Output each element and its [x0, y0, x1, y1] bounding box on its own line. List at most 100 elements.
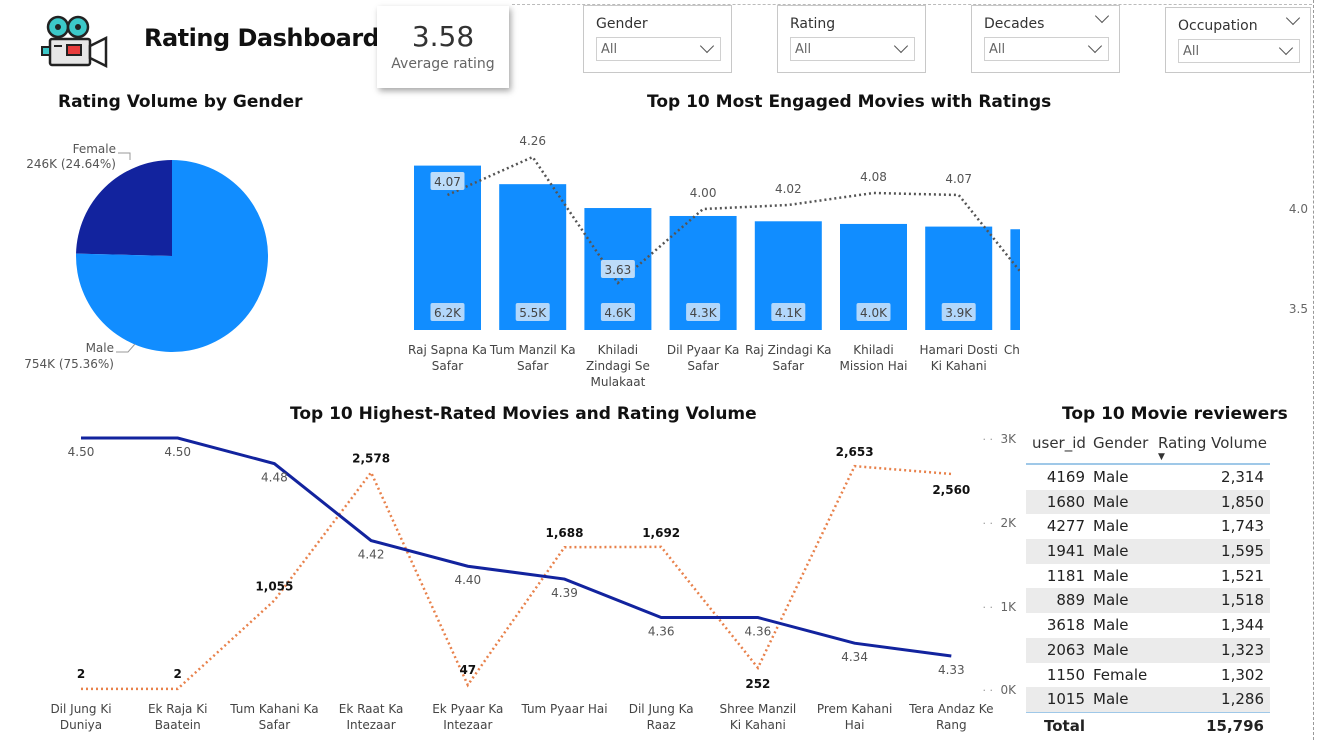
line-value-label: 4.07 — [945, 172, 972, 186]
volume-line[interactable] — [81, 464, 952, 691]
rating-volume-cell: 2,314 — [1221, 468, 1264, 486]
gender-slicer[interactable]: Gender All — [583, 5, 732, 73]
category-label: Ki Kahani — [931, 359, 987, 373]
rating-volume-cell: 1,344 — [1221, 616, 1264, 635]
chevron-down-icon[interactable] — [1285, 10, 1301, 26]
bar[interactable] — [1010, 229, 1020, 330]
page-title: Rating Dashboard — [144, 24, 380, 52]
rated-chart-title: Top 10 Highest-Rated Movies and Rating V… — [290, 404, 757, 424]
rating-value-label: 4.33 — [938, 663, 965, 677]
slicer-title: Rating — [790, 16, 836, 32]
category-label: Chalte Sapna — [1004, 343, 1020, 357]
rating-volume-cell: 1,286 — [1221, 690, 1264, 709]
volume-value-label: 2 — [77, 667, 85, 681]
rating-line[interactable] — [81, 436, 952, 658]
y2-tick: 3K — [1000, 432, 1017, 446]
bar-value-label: 4.3K — [690, 306, 718, 320]
rating-volume-cell: 1,323 — [1221, 640, 1264, 659]
app-logo — [40, 14, 110, 70]
category-label: Tum Kahani Ka — [229, 702, 318, 716]
gender-cell: Male — [1093, 591, 1129, 610]
category-label: Raj Zindagi Ka — [745, 343, 831, 357]
category-label: Safar — [773, 359, 805, 373]
chevron-down-icon — [1087, 38, 1103, 54]
total-value: 15,796 — [1206, 716, 1264, 735]
slicer-value: All — [601, 42, 618, 57]
rating-volume-cell: 1,850 — [1221, 492, 1264, 511]
engaged-chart-title: Top 10 Most Engaged Movies with Ratings — [647, 92, 1052, 112]
gender-cell: Male — [1093, 690, 1129, 709]
volume-value-label: 1,692 — [642, 526, 680, 540]
line-value-label: 3.63 — [605, 263, 632, 277]
column-header-rating-volume[interactable]: Rating Volume — [1158, 434, 1267, 452]
bar-value-label: 5.5K — [519, 306, 547, 320]
occupation-slicer[interactable]: Occupation All — [1165, 7, 1311, 73]
chevron-down-icon — [893, 38, 909, 54]
axis-tick-mark: · · — [983, 517, 994, 530]
user-id-cell: 3618 — [1046, 616, 1085, 635]
user-id-cell: 1015 — [1046, 690, 1085, 709]
slicer-value: All — [1183, 44, 1200, 59]
category-label: Ek Pyaar Ka — [432, 702, 503, 716]
occupation-dropdown[interactable]: All — [1178, 39, 1300, 63]
table-row[interactable]: 4169 Male 2,314 — [1026, 465, 1270, 490]
pie-slice-female[interactable] — [76, 160, 172, 256]
bar-value-label: 6.2K — [434, 306, 462, 320]
category-label: Safar — [432, 359, 464, 373]
category-label: Tera Andaz Ke — [908, 702, 993, 716]
page-border — [1313, 0, 1314, 740]
column-header-user-id[interactable]: user_id — [1032, 434, 1086, 452]
chevron-down-icon — [1278, 40, 1294, 56]
bar-value-label: 4.1K — [775, 306, 803, 320]
decades-dropdown[interactable]: All — [984, 37, 1109, 61]
category-label: Prem Kahani — [817, 702, 893, 716]
table-total-row: Total 15,796 — [1026, 711, 1270, 740]
user-id-cell: 1941 — [1046, 542, 1085, 561]
male-label: Male — [86, 341, 114, 355]
table-row[interactable]: 1150 Female 1,302 — [1026, 663, 1270, 688]
category-label: Rang — [936, 718, 967, 732]
category-label: Mission Hai — [840, 359, 908, 373]
rating-value-label: 4.34 — [841, 650, 868, 664]
chevron-down-icon — [699, 38, 715, 54]
table-row[interactable]: 1015 Male 1,286 — [1026, 687, 1270, 712]
line-value-label: 4.08 — [860, 170, 887, 184]
slicer-title: Occupation — [1178, 18, 1258, 34]
decades-slicer[interactable]: Decades All — [971, 5, 1120, 73]
line-value-label: 4.07 — [434, 175, 461, 189]
table-row[interactable]: 1181 Male 1,521 — [1026, 564, 1270, 589]
rating-value-label: 4.42 — [358, 548, 385, 562]
table-row[interactable]: 3618 Male 1,344 — [1026, 613, 1270, 638]
highest-rated-chart[interactable]: 3K 2K 1K 0K Dil Jung Ki Duniya Ek Raja Ki B… — [30, 425, 1030, 740]
average-rating-value: 3.58 — [411, 20, 475, 53]
engaged-movies-chart[interactable]: 6.2K Raj Sapna Ka Safar 5.5K Tum Manzil Ka Sa… — [400, 120, 1020, 400]
gender-chart-title: Rating Volume by Gender — [58, 92, 303, 112]
rating-dropdown[interactable]: All — [790, 37, 915, 61]
table-row[interactable]: 4277 Male 1,743 — [1026, 514, 1270, 539]
gender-pie-chart[interactable]: Female 246K (24.64%) Male 754K (75.36%) — [0, 120, 380, 380]
table-row[interactable]: 2063 Male 1,323 — [1026, 637, 1270, 663]
gender-cell: Male — [1093, 640, 1129, 659]
volume-value-label: 2,560 — [932, 483, 970, 497]
rating-value-label: 4.48 — [261, 471, 288, 485]
average-rating-card: 3.58 Average rating — [377, 6, 509, 88]
user-id-cell: 4277 — [1046, 517, 1085, 536]
user-id-cell: 1150 — [1046, 665, 1085, 684]
rating-volume-cell: 1,743 — [1221, 517, 1264, 536]
table-row[interactable]: 1680 Male 1,850 — [1026, 489, 1270, 515]
y2-tick: 1K — [1000, 600, 1017, 614]
volume-value-label: 2 — [174, 667, 182, 681]
column-header-gender[interactable]: Gender — [1093, 434, 1148, 452]
table-row[interactable]: 1941 Male 1,595 — [1026, 539, 1270, 564]
female-label: Female — [73, 142, 116, 156]
rating-slicer[interactable]: Rating All — [777, 5, 926, 73]
category-label: Ki Kahani — [730, 718, 786, 732]
gender-dropdown[interactable]: All — [596, 37, 721, 61]
axis-tick-mark: · · — [983, 684, 994, 697]
reviewers-table[interactable]: user_id Gender Rating Volume ▼ 4169 Male 2… — [1026, 430, 1270, 740]
rating-volume-cell: 1,518 — [1221, 591, 1264, 610]
chevron-down-icon[interactable] — [1094, 8, 1110, 24]
rating-volume-cell: 1,595 — [1221, 542, 1264, 561]
table-row[interactable]: 889 Male 1,518 — [1026, 588, 1270, 614]
volume-value-label: 252 — [745, 677, 770, 691]
